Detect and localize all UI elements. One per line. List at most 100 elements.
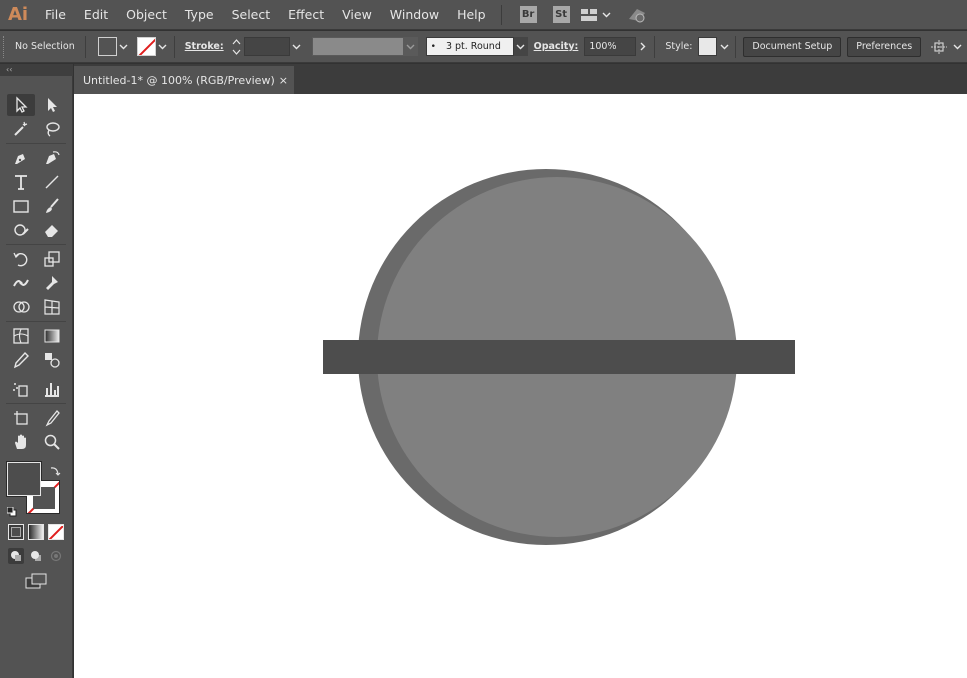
control-divider xyxy=(84,35,86,58)
control-divider xyxy=(173,35,175,58)
gpu-performance-icon[interactable] xyxy=(622,0,652,30)
align-chevron-icon[interactable] xyxy=(950,36,964,58)
color-mode-icon[interactable] xyxy=(8,524,24,540)
width-tool-icon[interactable] xyxy=(7,272,35,294)
line-segment-tool-icon[interactable] xyxy=(38,171,66,193)
draw-normal-icon[interactable] xyxy=(8,548,24,564)
document-tab-bar: Untitled-1* @ 100% (RGB/Preview) × xyxy=(74,64,967,94)
chevron-down-icon[interactable] xyxy=(600,0,614,30)
artwork xyxy=(323,169,795,545)
menu-window[interactable]: Window xyxy=(381,0,448,30)
document-tab[interactable]: Untitled-1* @ 100% (RGB/Preview) × xyxy=(74,66,294,94)
bridge-button[interactable]: Br xyxy=(519,6,537,23)
tools-panel xyxy=(0,76,73,678)
menu-divider xyxy=(500,4,502,25)
none-mode-icon[interactable] xyxy=(48,524,64,540)
align-to-icon[interactable] xyxy=(928,32,950,62)
brush-dot-icon: • xyxy=(430,41,436,52)
draw-behind-icon[interactable] xyxy=(28,548,44,564)
column-graph-tool-icon[interactable] xyxy=(38,378,66,400)
tool-divider xyxy=(6,403,66,404)
app-logo: Ai xyxy=(7,4,29,25)
gradient-tool-icon[interactable] xyxy=(38,325,66,347)
opacity-label[interactable]: Opacity: xyxy=(528,41,585,52)
control-divider xyxy=(735,35,737,58)
workspace-layout-icon[interactable] xyxy=(578,0,600,30)
lasso-tool-icon[interactable] xyxy=(38,118,66,140)
menu-edit[interactable]: Edit xyxy=(75,0,117,30)
menu-object[interactable]: Object xyxy=(117,0,176,30)
zoom-tool-icon[interactable] xyxy=(38,431,66,453)
selection-tool-icon[interactable] xyxy=(7,94,35,116)
illustrator-window: Ai File Edit Object Type Select Effect V… xyxy=(0,0,967,678)
brush-definition[interactable]: • 3 pt. Round xyxy=(425,37,514,56)
stroke-weight-field[interactable] xyxy=(243,37,290,56)
tool-divider xyxy=(6,143,66,144)
stroke-swatch[interactable] xyxy=(136,37,156,56)
magic-wand-tool-icon[interactable] xyxy=(7,118,35,140)
horizontal-bar-shape[interactable] xyxy=(323,340,795,374)
hand-tool-icon[interactable] xyxy=(7,431,35,453)
document-tab-title: Untitled-1* @ 100% (RGB/Preview) xyxy=(83,73,275,87)
curvature-tool-icon[interactable] xyxy=(38,147,66,169)
tool-divider xyxy=(6,244,66,245)
artboard-tool-icon[interactable] xyxy=(7,407,35,429)
rotate-tool-icon[interactable] xyxy=(7,248,35,270)
stroke-label: Stroke: xyxy=(184,41,224,52)
menu-type[interactable]: Type xyxy=(176,0,223,30)
shape-builder-tool-icon[interactable] xyxy=(7,296,35,318)
brush-value: 3 pt. Round xyxy=(445,41,501,52)
swap-fill-stroke-icon[interactable] xyxy=(49,462,61,476)
slice-tool-icon[interactable] xyxy=(38,407,66,429)
rectangle-tool-icon[interactable] xyxy=(7,195,35,217)
blend-tool-icon[interactable] xyxy=(38,349,66,371)
menu-file[interactable]: File xyxy=(36,0,75,30)
shaper-tool-icon[interactable] xyxy=(7,219,35,241)
tool-divider xyxy=(6,321,66,322)
artboard-canvas[interactable] xyxy=(74,94,967,678)
mesh-tool-icon[interactable] xyxy=(7,325,35,347)
puppet-warp-tool-icon[interactable] xyxy=(38,272,66,294)
profile-chevron-icon[interactable] xyxy=(403,37,418,56)
paintbrush-tool-icon[interactable] xyxy=(38,195,66,217)
opacity-arrow-icon[interactable] xyxy=(636,36,650,58)
symbol-sprayer-tool-icon[interactable] xyxy=(7,378,35,400)
selection-status: No Selection xyxy=(15,41,75,52)
style-chevron-icon[interactable] xyxy=(717,36,731,58)
menu-select[interactable]: Select xyxy=(223,0,280,30)
gradient-mode-icon[interactable] xyxy=(28,524,44,540)
stroke-weight-chevron-icon[interactable] xyxy=(290,36,304,58)
graphic-style-swatch[interactable] xyxy=(698,37,718,56)
collapse-panel-icon[interactable]: ‹‹ xyxy=(0,64,73,76)
menu-effect[interactable]: Effect xyxy=(279,0,333,30)
stroke-weight-stepper[interactable] xyxy=(230,37,244,57)
eraser-tool-icon[interactable] xyxy=(38,219,66,241)
brush-chevron-icon[interactable] xyxy=(513,37,528,56)
variable-width-profile[interactable] xyxy=(311,37,404,56)
fill-dropdown-chevron-icon[interactable] xyxy=(117,36,131,58)
control-bar: No Selection Stroke: • 3 pt. Round Opaci… xyxy=(0,31,967,63)
preferences-button[interactable]: Preferences xyxy=(847,36,922,57)
eyedropper-tool-icon[interactable] xyxy=(7,349,35,371)
screen-mode-icon[interactable] xyxy=(24,572,48,590)
opacity-value: 100% xyxy=(589,41,617,52)
style-label: Style: xyxy=(665,41,693,52)
draw-inside-icon[interactable] xyxy=(48,548,64,564)
menu-help[interactable]: Help xyxy=(448,0,495,30)
pen-tool-icon[interactable] xyxy=(7,147,35,169)
fill-swatch[interactable] xyxy=(97,37,117,56)
opacity-field[interactable]: 100% xyxy=(584,37,637,56)
control-divider xyxy=(654,35,656,58)
fill-color-box-front[interactable] xyxy=(7,462,41,496)
close-tab-icon[interactable]: × xyxy=(279,74,288,87)
menu-bar: Ai File Edit Object Type Select Effect V… xyxy=(0,0,967,30)
document-setup-button[interactable]: Document Setup xyxy=(743,36,842,57)
direct-selection-tool-icon[interactable] xyxy=(38,94,66,116)
default-fill-stroke-icon[interactable] xyxy=(6,502,17,517)
stroke-dropdown-chevron-icon[interactable] xyxy=(156,36,170,58)
scale-tool-icon[interactable] xyxy=(38,248,66,270)
type-tool-icon[interactable] xyxy=(7,171,35,193)
stock-button[interactable]: St xyxy=(552,6,570,23)
perspective-grid-tool-icon[interactable] xyxy=(38,296,66,318)
menu-view[interactable]: View xyxy=(333,0,381,30)
